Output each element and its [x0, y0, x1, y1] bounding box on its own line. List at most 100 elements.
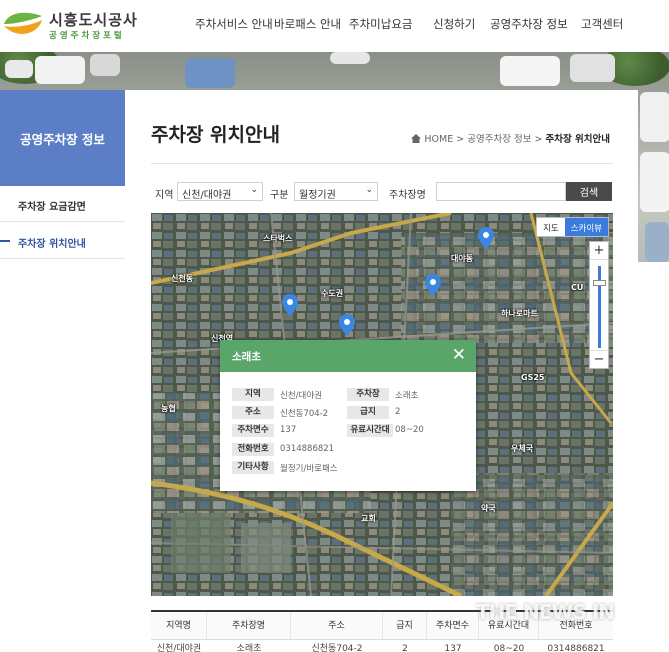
sidebar-item-label: 주차장 위치안내 — [18, 239, 86, 250]
table-cell[interactable]: 소래초 — [207, 641, 291, 652]
chevron-down-icon: ⌄ — [365, 185, 373, 195]
zoom-control: + − — [589, 241, 609, 369]
popup-row: 주소 신천동704-2 급지 2 — [232, 406, 464, 420]
popup-row: 기타사항 월정기/바로패스 — [232, 461, 464, 475]
zoom-slider-handle[interactable] — [593, 280, 606, 286]
zoom-in-button[interactable]: + — [590, 242, 608, 260]
sidebar-menu: 주차장 요금감면 주차장 위치안내 — [0, 186, 125, 652]
gnb-unpaid-fees[interactable]: 주차미납요금 — [349, 16, 412, 32]
watermark-text: THE NEWS IN — [476, 600, 615, 624]
popup-field-value: 신천동704-2 — [280, 409, 329, 419]
popup-field-label: 주차면수 — [232, 424, 274, 437]
site-header: 시흥도시공사 공영주차장포털 주차서비스 안내 바로패스 안내 주차미납요금 신… — [0, 0, 669, 52]
map-place-label: 신천동 — [171, 274, 194, 283]
region-select[interactable]: 신천/대야권 ⌄ — [177, 182, 263, 201]
gnb-baro-pass[interactable]: 바로패스 안내 — [274, 16, 341, 32]
home-icon — [411, 134, 422, 143]
parking-info-popup: 소래초 ✕ 지역 신천/대야권 주차장 소래초 주소 신천동704-2 급지 2… — [220, 340, 476, 491]
popup-field-label: 유료시간대 — [347, 424, 393, 437]
parking-name-input[interactable] — [436, 182, 566, 201]
search-button[interactable]: 검색 — [566, 182, 612, 201]
map-place-label: 수도권 — [321, 289, 344, 298]
breadcrumb-current: 주차장 위치안내 — [545, 134, 611, 145]
breadcrumb-home[interactable]: HOME — [424, 134, 453, 145]
sidebar-item-location[interactable]: 주차장 위치안내 — [0, 223, 125, 259]
popup-field-label: 기타사항 — [232, 461, 274, 474]
map-place-label: 약국 — [481, 504, 496, 513]
map-type-toggle: 지도 스카이뷰 — [536, 217, 609, 237]
popup-row: 주차면수 137 유료시간대 08~20 — [232, 424, 464, 438]
close-icon[interactable]: ✕ — [452, 345, 466, 365]
table-cell: 137 — [444, 644, 462, 652]
popup-row: 전화번호 0314886821 — [232, 443, 464, 457]
popup-row: 지역 신천/대야권 주차장 소래초 — [232, 388, 464, 402]
table-cell: 08~20 — [493, 644, 525, 652]
title-divider — [151, 163, 613, 164]
table-header-address: 주소 — [291, 612, 383, 640]
map-place-label: 우체국 — [511, 444, 534, 453]
popup-field-label: 주차장 — [347, 388, 389, 401]
table-header-name: 주차장명 — [207, 612, 291, 640]
gnb-customer-center[interactable]: 고객센터 — [581, 16, 623, 32]
region-label: 지역 — [155, 190, 174, 201]
active-indicator — [0, 240, 10, 242]
sidebar-title: 공영주차장 정보 — [0, 90, 125, 186]
gnb-parking-service[interactable]: 주차서비스 안내 — [195, 16, 273, 32]
map-place-label: GS25 — [521, 373, 545, 382]
breadcrumb: HOME > 공영주차장 정보 > 주차장 위치안내 — [411, 131, 610, 145]
search-bar: 지역 신천/대야권 ⌄ 구분 월정기권 ⌄ 주차장명 검색 — [151, 182, 613, 202]
site-logo[interactable]: 시흥도시공사 공영주차장포털 — [2, 6, 142, 44]
popup-title: 소래초 — [232, 351, 261, 363]
page-title: 주차장 위치안내 — [151, 124, 280, 146]
popup-field-value: 137 — [280, 425, 297, 435]
table-header-grade: 급지 — [383, 612, 427, 640]
table-header-spaces: 주차면수 — [427, 612, 479, 640]
map-place-label: 스타벅스 — [263, 234, 293, 243]
table-cell: 0314886821 — [547, 644, 605, 652]
popup-field-value: 소래초 — [395, 391, 419, 401]
logo-leaf-icon — [4, 12, 42, 34]
popup-field-value: 신천/대야권 — [280, 391, 322, 401]
popup-field-value: 2 — [395, 407, 401, 417]
popup-field-label: 급지 — [347, 406, 389, 419]
popup-field-value: 0314886821 — [280, 444, 335, 454]
parking-pin-icon[interactable] — [425, 274, 441, 296]
sidebar-item-label: 주차장 요금감면 — [18, 202, 86, 213]
gnb-public-parking-info[interactable]: 공영주차장 정보 — [490, 16, 568, 32]
map-place-label: 농협 — [161, 404, 176, 413]
map-type-skyview-button[interactable]: 스카이뷰 — [564, 218, 608, 236]
watermark: THE NEWS IN — [476, 600, 615, 624]
zoom-out-button[interactable]: − — [590, 350, 608, 368]
table-cell: 신천동704-2 — [311, 644, 363, 652]
table-cell: 2 — [402, 644, 408, 652]
breadcrumb-parent[interactable]: 공영주차장 정보 — [467, 134, 531, 145]
type-label: 구분 — [270, 190, 289, 201]
popup-field-value: 08~20 — [395, 425, 424, 435]
logo-title: 시흥도시공사 — [49, 11, 138, 29]
breadcrumb-separator: > — [534, 134, 543, 145]
popup-field-value: 월정기/바로패스 — [280, 464, 338, 474]
parking-pin-icon[interactable] — [478, 227, 494, 249]
popup-header: 소래초 ✕ — [220, 340, 476, 372]
map-place-label: 교회 — [361, 514, 376, 523]
breadcrumb-separator: > — [456, 134, 465, 145]
map-place-label: 대야동 — [451, 254, 474, 263]
map-place-label: 하나로마트 — [501, 309, 538, 318]
popup-field-label: 전화번호 — [232, 443, 274, 456]
popup-field-label: 주소 — [232, 406, 274, 419]
popup-field-label: 지역 — [232, 388, 274, 401]
gnb-apply[interactable]: 신청하기 — [433, 16, 475, 32]
map-type-map-button[interactable]: 지도 — [537, 218, 565, 236]
logo-subtitle: 공영주차장포털 — [49, 31, 125, 41]
map-place-label: CU — [571, 283, 584, 292]
type-select-value: 월정기권 — [299, 190, 336, 201]
name-label: 주차장명 — [389, 190, 426, 201]
region-select-value: 신천/대야권 — [182, 190, 232, 201]
parking-pin-icon[interactable] — [339, 314, 355, 336]
parking-pin-icon[interactable] — [282, 294, 298, 316]
table-header-region: 지역명 — [151, 612, 207, 640]
sidebar-item-fee-reduction[interactable]: 주차장 요금감면 — [0, 186, 125, 222]
zoom-slider-track[interactable] — [598, 266, 601, 348]
table-cell: 신천/대야권 — [156, 644, 202, 652]
type-select[interactable]: 월정기권 ⌄ — [294, 182, 378, 201]
